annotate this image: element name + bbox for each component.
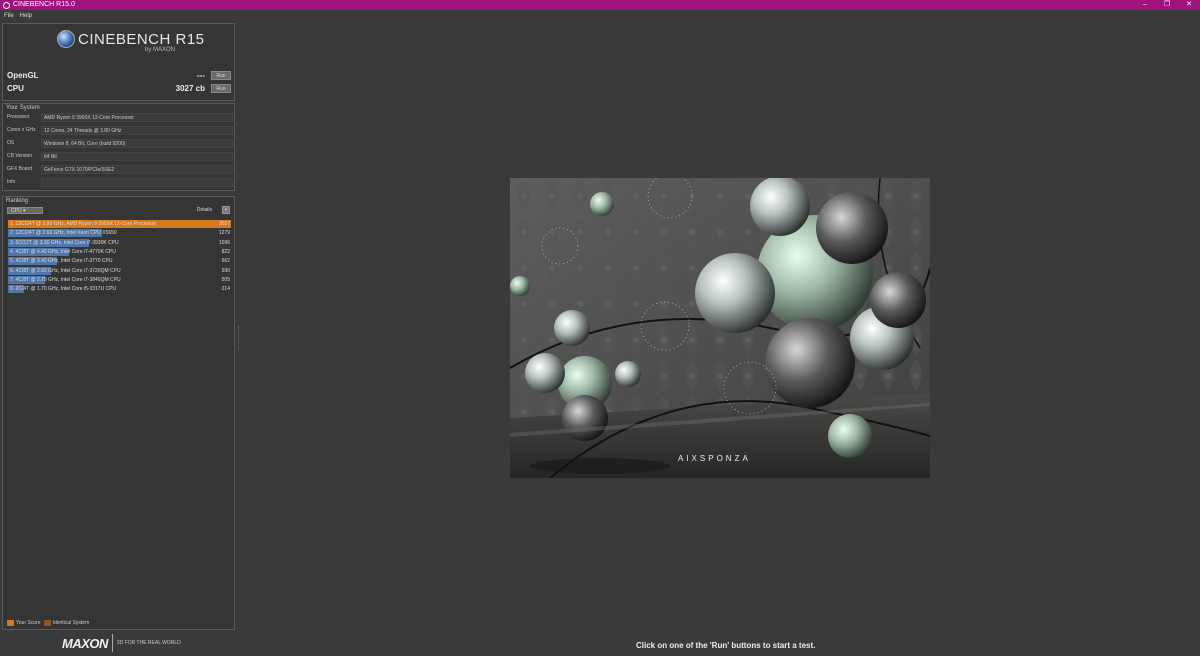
benchmark-score: ---	[197, 70, 205, 80]
close-button[interactable]: ✕	[1178, 0, 1200, 10]
panel-splitter[interactable]	[238, 326, 240, 350]
run-opengl-button[interactable]: Run	[211, 70, 231, 80]
ranking-select-value: CPU	[11, 208, 22, 214]
render-caption: AIXSPONZA	[678, 454, 751, 463]
legend-label: Identical System	[52, 620, 90, 626]
status-message: Click on one of the 'Run' buttons to sta…	[636, 641, 816, 650]
restore-button[interactable]: ❐	[1156, 0, 1178, 10]
footer-divider	[111, 634, 113, 652]
ranking-row-score: 1279	[218, 230, 230, 237]
render-preview-image: AIXSPONZA	[510, 178, 930, 478]
menu-file[interactable]: File	[4, 13, 14, 19]
render-scene	[510, 178, 930, 478]
ranking-row-score: 822	[221, 248, 230, 255]
ranking-row-label: 7. 4C/8T @ 2.79 GHz, Intel Core i7-3840Q…	[10, 276, 121, 283]
system-value[interactable]: Windows 8, 64 Bit, Core (build 9200)	[41, 138, 233, 148]
your-system-panel: Your System Processor AMD Ryzen 9 3900X …	[2, 103, 235, 191]
ranking-row-label: 1. 12C/24T @ 3.80 GHz, AMD Ryzen 9 3900X…	[10, 221, 157, 227]
ranking-row-label: 5. 4C/8T @ 3.40 GHz, Intel Core i7-3770 …	[10, 258, 113, 265]
ranking-row[interactable]: 3. 6C/12T @ 3.30 GHz, Intel Core i7-3930…	[8, 238, 231, 247]
menu-bar: File Help	[0, 10, 1200, 21]
identical-system-swatch	[43, 620, 51, 626]
window-title: CINEBENCH R15.0	[13, 1, 75, 8]
run-cpu-button[interactable]: Run	[211, 83, 231, 93]
window-controls: – ❐ ✕	[1134, 0, 1200, 10]
logo-brand: CINEBENCH R15	[78, 30, 205, 48]
ranking-row[interactable]: 7. 4C/8T @ 2.79 GHz, Intel Core i7-3840Q…	[8, 275, 231, 284]
details-button[interactable]: »	[222, 206, 230, 214]
system-row-gfx: GFX Board GeForce GTX 1070/PCIe/SSE2	[7, 164, 233, 174]
panel-title: Your System	[6, 105, 40, 111]
system-row-processor: Processor AMD Ryzen 9 3900X 12-Core Proc…	[7, 112, 233, 122]
panel-title: Ranking	[6, 198, 29, 204]
system-row-cb-version: CB Version 64 Bit	[7, 151, 233, 161]
ranking-row-label: 2. 12C/24T @ 2.66 GHz, Intel Xeon CPU X5…	[10, 230, 117, 237]
system-label: Info	[7, 179, 16, 185]
ranking-panel: Ranking CPU ▾ Details » 1. 12C/24T @ 3.8…	[2, 196, 235, 630]
menu-help[interactable]: Help	[20, 13, 32, 19]
minimize-button[interactable]: –	[1134, 0, 1156, 10]
ranking-row-score: 662	[221, 258, 230, 265]
system-label: Processor	[7, 114, 30, 120]
your-score-swatch	[7, 620, 14, 626]
system-value[interactable]: 12 Cores, 24 Threads @ 3.80 GHz	[41, 125, 233, 135]
ranking-row[interactable]: 5. 4C/8T @ 3.40 GHz, Intel Core i7-3770 …	[8, 257, 231, 266]
system-row-cores: Cores x GHz 12 Cores, 24 Threads @ 3.80 …	[7, 125, 233, 135]
ranking-row[interactable]: 4. 4C/8T @ 4.40 GHz, Intel Core i7-4770K…	[8, 247, 231, 256]
system-label: OS	[7, 140, 15, 146]
system-value[interactable]: AMD Ryzen 9 3900X 12-Core Processor	[41, 112, 233, 122]
ranking-row[interactable]: 1. 12C/24T @ 3.80 GHz, AMD Ryzen 9 3900X…	[8, 220, 231, 228]
maxon-tagline: 3D FOR THE REAL WORLD	[116, 640, 181, 646]
ranking-row-label: 4. 4C/8T @ 4.40 GHz, Intel Core i7-4770K…	[10, 248, 116, 255]
benchmark-score: 3027 cb	[175, 83, 205, 93]
system-row-os: OS Windows 8, 64 Bit, Core (build 9200)	[7, 138, 233, 148]
system-row-info: Info	[7, 177, 233, 187]
ranking-legend: Your Score Identical System	[7, 620, 89, 626]
cinebench-logo: CINEBENCH R15	[57, 30, 205, 48]
maxon-logo: MAXON	[62, 635, 108, 651]
title-bar: CINEBENCH R15.0 – ❐ ✕	[0, 0, 1200, 10]
maxon-footer: MAXON 3D FOR THE REAL WORLD	[62, 634, 181, 652]
cinema4d-sphere-icon	[57, 30, 75, 48]
legend-label: Your Score	[16, 620, 41, 626]
ranking-type-select[interactable]: CPU ▾	[7, 207, 43, 214]
ranking-row[interactable]: 6. 4C/8T @ 2.60 GHz, Intel Core i7-3720Q…	[8, 266, 231, 275]
ranking-row-label: 8. 2C/4T @ 1.70 GHz, Intel Core i5-3317U…	[10, 286, 117, 293]
ranking-row[interactable]: 8. 2C/4T @ 1.70 GHz, Intel Core i5-3317U…	[8, 285, 231, 294]
benchmark-cpu: CPU 3027 cb Run	[7, 82, 231, 94]
system-label: GFX Board	[7, 166, 33, 172]
ranking-row-score: 505	[221, 276, 230, 283]
system-label: CB Version	[7, 153, 33, 159]
details-label: Details	[196, 207, 212, 213]
ranking-row-label: 6. 4C/8T @ 2.60 GHz, Intel Core i7-3720Q…	[10, 267, 121, 274]
ranking-row-score: 214	[221, 286, 230, 293]
benchmark-name: OpenGL	[7, 70, 39, 80]
ranking-row[interactable]: 2. 12C/24T @ 2.66 GHz, Intel Xeon CPU X5…	[8, 229, 231, 238]
ranking-row-score: 590	[221, 267, 230, 274]
app-icon	[3, 1, 10, 9]
benchmark-panel: CINEBENCH R15 by MAXON OpenGL --- Run CP…	[2, 23, 235, 101]
ranking-row-score: 3027	[218, 221, 230, 227]
logo-byline: by MAXON	[145, 47, 176, 53]
system-value[interactable]: GeForce GTX 1070/PCIe/SSE2	[41, 164, 233, 174]
ranking-row-score: 1096	[218, 239, 230, 246]
ranking-row-label: 3. 6C/12T @ 3.30 GHz, Intel Core i7-3930…	[10, 239, 119, 246]
info-field[interactable]	[41, 177, 233, 187]
benchmark-opengl: OpenGL --- Run	[7, 69, 231, 81]
system-value[interactable]: 64 Bit	[41, 151, 233, 161]
system-label: Cores x GHz	[7, 127, 36, 133]
benchmark-name: CPU	[7, 83, 24, 93]
